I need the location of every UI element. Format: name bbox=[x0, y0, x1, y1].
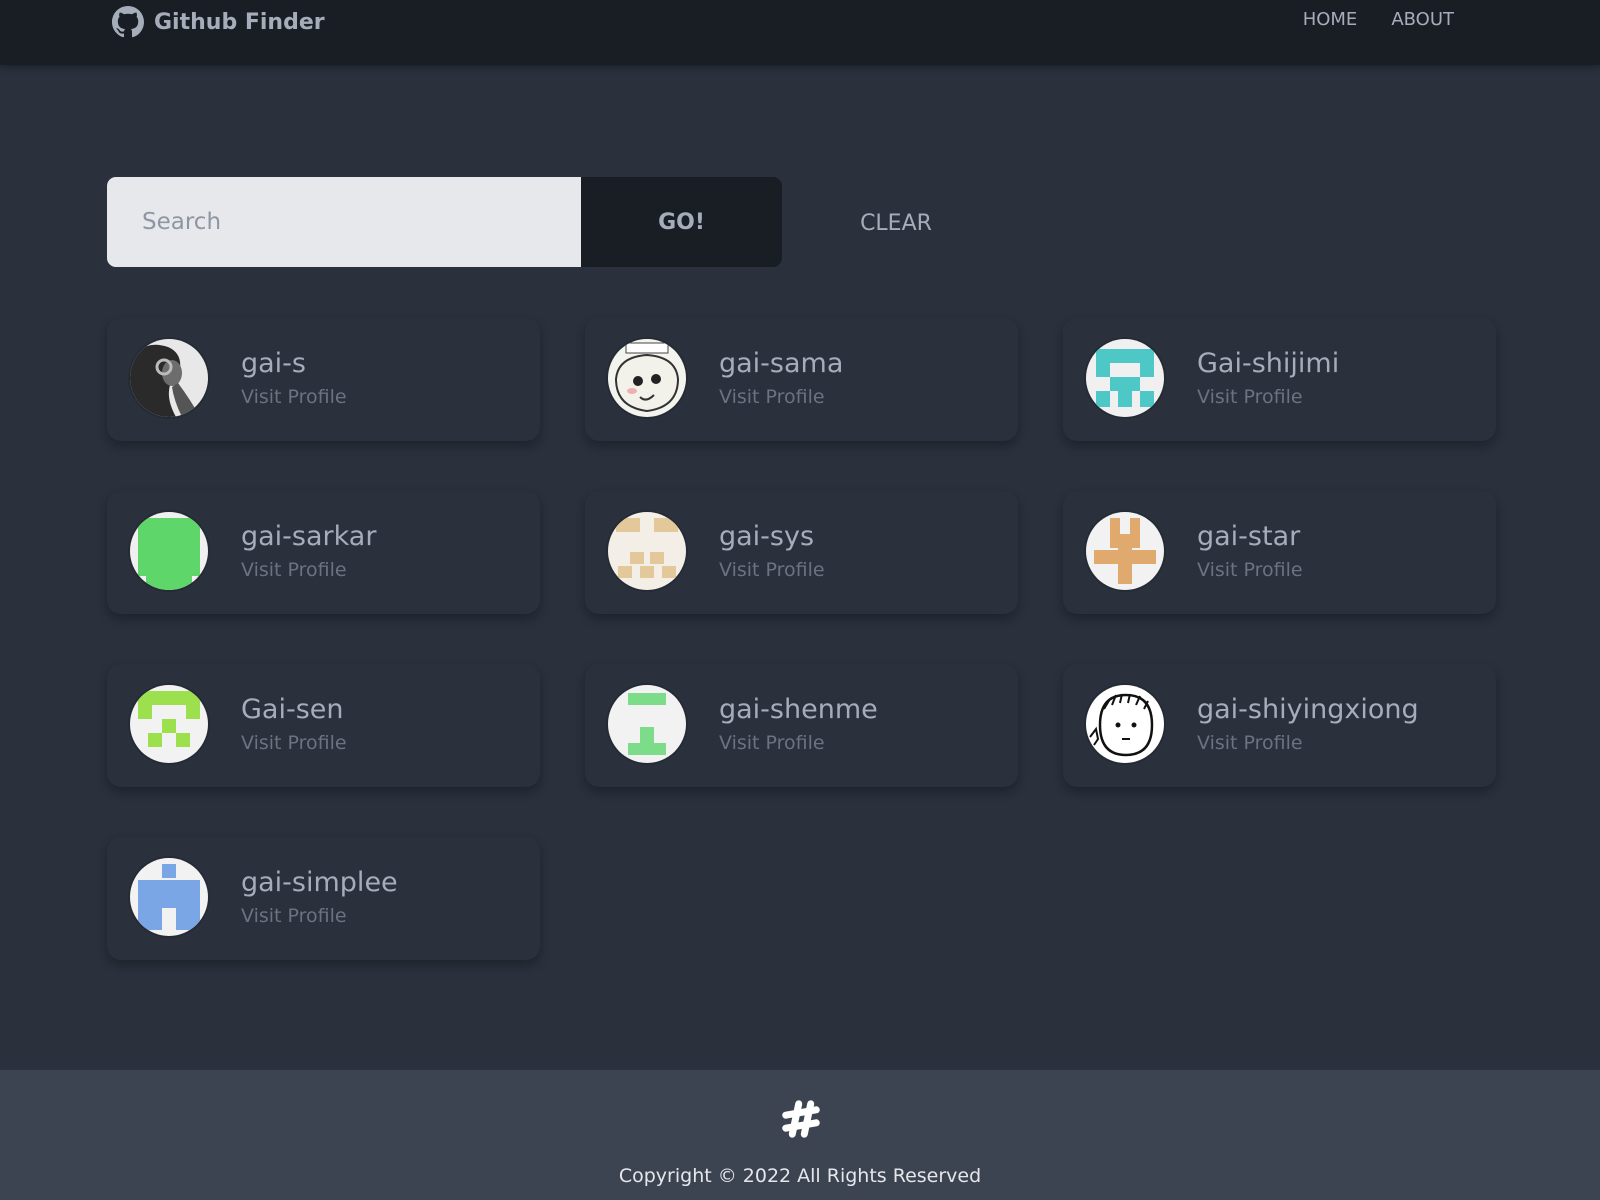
user-card[interactable]: gai-sama Visit Profile bbox=[585, 318, 1018, 441]
visit-profile-link[interactable]: Visit Profile bbox=[241, 732, 347, 754]
visit-profile-link[interactable]: Visit Profile bbox=[1197, 386, 1303, 408]
visit-profile-link[interactable]: Visit Profile bbox=[719, 732, 825, 754]
visit-profile-link[interactable]: Visit Profile bbox=[241, 386, 347, 408]
nav-about-link[interactable]: ABOUT bbox=[1391, 9, 1454, 30]
go-button[interactable]: GO! bbox=[581, 177, 782, 267]
user-card[interactable]: gai-shenme Visit Profile bbox=[585, 664, 1018, 787]
user-login: gai-sarkar bbox=[241, 521, 377, 552]
app-title: Github Finder bbox=[154, 9, 325, 35]
user-login: Gai-shijimi bbox=[1197, 348, 1340, 379]
visit-profile-link[interactable]: Visit Profile bbox=[241, 905, 347, 927]
visit-profile-link[interactable]: Visit Profile bbox=[719, 386, 825, 408]
nav-home-link[interactable]: HOME bbox=[1303, 9, 1358, 30]
user-login: gai-simplee bbox=[241, 867, 398, 898]
user-login: gai-sys bbox=[719, 521, 815, 552]
navbar: Github Finder HOME ABOUT bbox=[0, 0, 1600, 65]
visit-profile-link[interactable]: Visit Profile bbox=[241, 559, 347, 581]
user-avatar bbox=[130, 685, 208, 763]
hash-icon bbox=[782, 1100, 820, 1138]
user-card[interactable]: gai-sarkar Visit Profile bbox=[107, 491, 540, 614]
user-avatar bbox=[1086, 512, 1164, 590]
search-input[interactable] bbox=[107, 177, 581, 267]
user-avatar bbox=[130, 512, 208, 590]
user-avatar bbox=[130, 858, 208, 936]
user-card[interactable]: Gai-sen Visit Profile bbox=[107, 664, 540, 787]
user-login: gai-s bbox=[241, 348, 306, 379]
user-card[interactable]: gai-s Visit Profile bbox=[107, 318, 540, 441]
visit-profile-link[interactable]: Visit Profile bbox=[1197, 559, 1303, 581]
user-login: gai-shenme bbox=[719, 694, 878, 725]
user-avatar bbox=[608, 512, 686, 590]
search-form: GO! bbox=[107, 177, 782, 267]
user-avatar bbox=[1086, 339, 1164, 417]
user-card[interactable]: Gai-shijimi Visit Profile bbox=[1063, 318, 1496, 441]
user-card[interactable]: gai-sys Visit Profile bbox=[585, 491, 1018, 614]
user-login: gai-star bbox=[1197, 521, 1301, 552]
visit-profile-link[interactable]: Visit Profile bbox=[719, 559, 825, 581]
user-login: gai-shiyingxiong bbox=[1197, 694, 1419, 725]
user-login: gai-sama bbox=[719, 348, 844, 379]
user-avatar bbox=[608, 339, 686, 417]
user-card[interactable]: gai-shiyingxiong Visit Profile bbox=[1063, 664, 1496, 787]
github-icon bbox=[112, 6, 144, 38]
nav-links: HOME ABOUT bbox=[1303, 9, 1454, 30]
visit-profile-link[interactable]: Visit Profile bbox=[1197, 732, 1303, 754]
copyright-text: Copyright © 2022 All Rights Reserved bbox=[618, 1165, 982, 1187]
footer: Copyright © 2022 All Rights Reserved bbox=[0, 1070, 1600, 1200]
user-card[interactable]: gai-star Visit Profile bbox=[1063, 491, 1496, 614]
user-login: Gai-sen bbox=[241, 694, 344, 725]
brand-link[interactable]: Github Finder bbox=[112, 6, 325, 38]
user-avatar bbox=[608, 685, 686, 763]
user-card[interactable]: gai-simplee Visit Profile bbox=[107, 837, 540, 960]
user-avatar bbox=[1086, 685, 1164, 763]
user-avatar bbox=[130, 339, 208, 417]
clear-button[interactable]: CLEAR bbox=[840, 200, 952, 246]
